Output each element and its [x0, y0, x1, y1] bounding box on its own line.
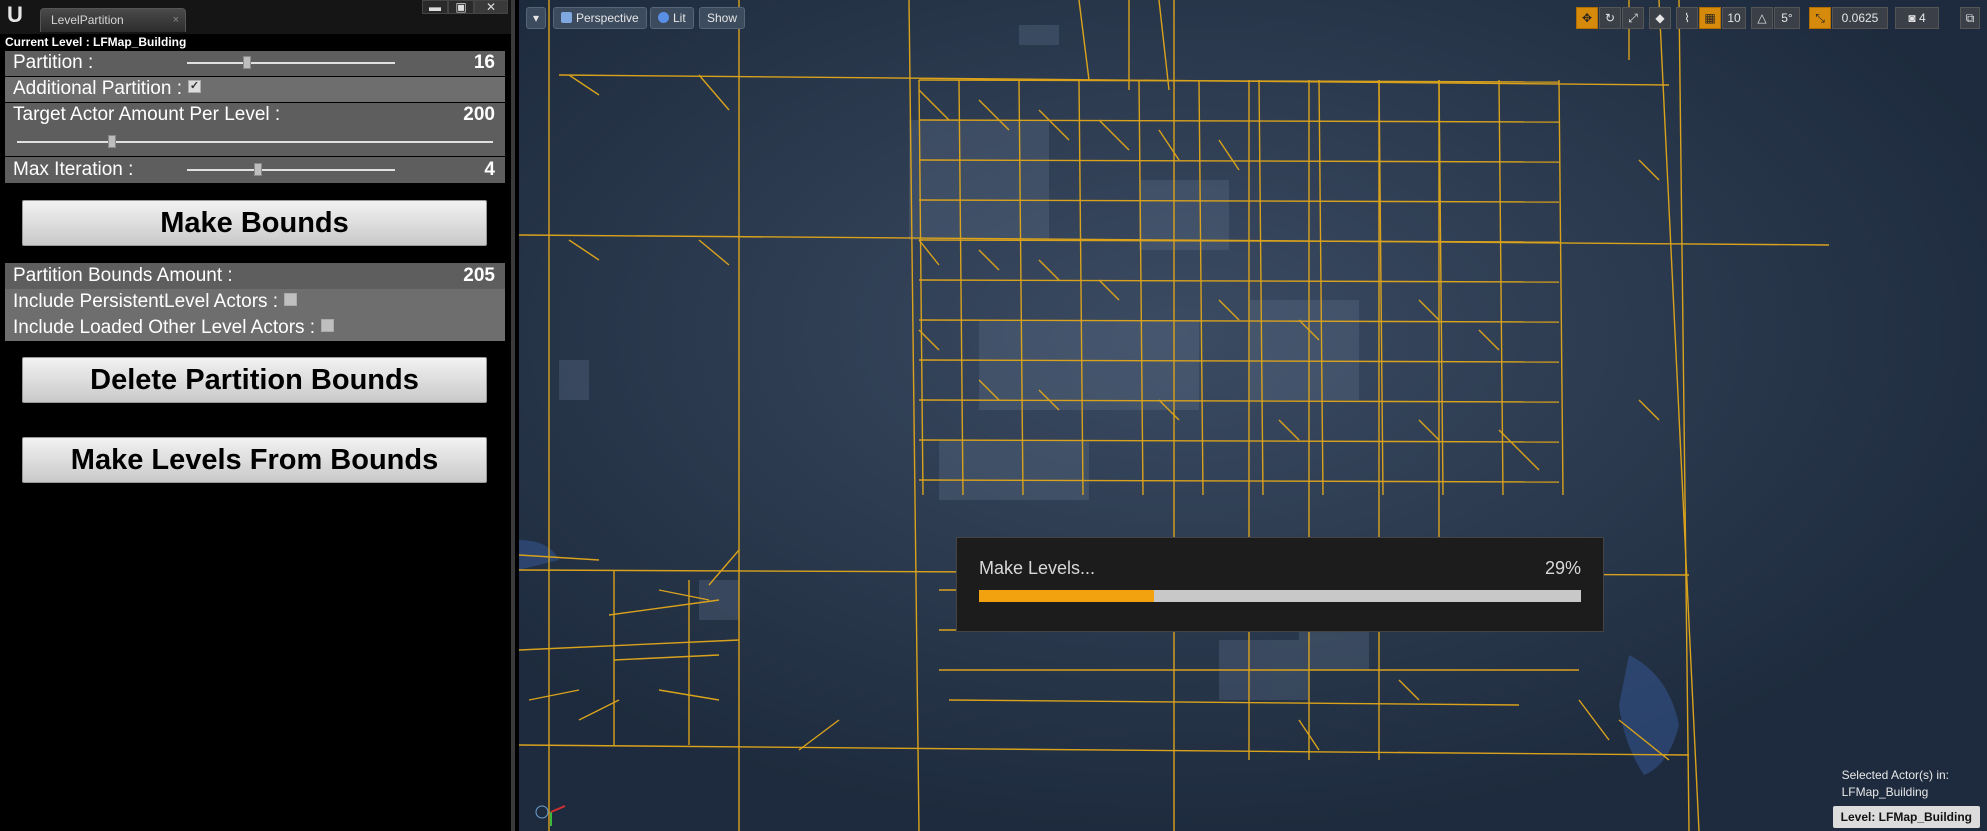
translate-mode-icon[interactable]: ✥	[1576, 7, 1598, 29]
include-loaded-label: Include Loaded Other Level Actors :	[13, 317, 316, 338]
tab-label: LevelPartition	[51, 13, 124, 27]
bounds-amount-label: Partition Bounds Amount :	[13, 265, 233, 286]
partition-value: 16	[473, 52, 495, 73]
include-loaded-checkbox[interactable]	[321, 319, 335, 333]
max-iteration-label: Max Iteration :	[13, 159, 134, 180]
tab-level-partition[interactable]: LevelPartition ×	[40, 8, 186, 32]
include-persistent-row: Include PersistentLevel Actors :	[5, 289, 505, 315]
include-persistent-checkbox[interactable]	[284, 293, 298, 307]
bounds-amount-value: 205	[463, 265, 495, 286]
scale-mode-icon[interactable]: ⤢	[1622, 7, 1644, 29]
target-actor-label: Target Actor Amount Per Level :	[13, 104, 281, 125]
lit-label: Lit	[673, 11, 686, 25]
level-partition-panel: U LevelPartition × ▬ ▣ ✕ Current Level :…	[0, 0, 515, 831]
progress-label: Make Levels...	[979, 558, 1096, 578]
unreal-logo-icon: U	[7, 2, 23, 27]
additional-partition-checkbox[interactable]: ✓	[188, 80, 201, 94]
max-iteration-row: Max Iteration : 4	[5, 157, 505, 183]
max-iteration-slider-thumb[interactable]	[253, 163, 262, 176]
delete-partition-bounds-button[interactable]: Delete Partition Bounds	[22, 357, 487, 403]
partition-slider[interactable]	[187, 62, 395, 64]
progress-percent: 29%	[1544, 558, 1581, 578]
show-button[interactable]: Show	[699, 7, 746, 29]
partition-label: Partition :	[13, 52, 94, 73]
additional-partition-row: Additional Partition : ✓	[5, 77, 505, 102]
current-level-label: Current Level : LFMap_Building	[5, 35, 187, 49]
additional-partition-label: Additional Partition :	[13, 78, 182, 99]
partition-slider-thumb[interactable]	[243, 56, 252, 69]
include-loaded-row: Include Loaded Other Level Actors :	[5, 315, 505, 341]
make-bounds-button[interactable]: Make Bounds	[22, 200, 487, 246]
target-actor-slider-thumb[interactable]	[108, 135, 117, 148]
viewport-options-dropdown[interactable]: ▾	[526, 7, 546, 29]
current-level-badge[interactable]: Level: LFMap_Building	[1832, 806, 1980, 828]
panel-title-bar: U LevelPartition × ▬ ▣ ✕	[0, 0, 511, 34]
scale-snap-value[interactable]: 0.0625	[1832, 7, 1888, 29]
rotation-snap-icon[interactable]: △	[1751, 7, 1773, 29]
rotate-mode-icon[interactable]: ↻	[1599, 7, 1621, 29]
surface-snap-icon[interactable]: ⌇	[1676, 7, 1698, 29]
grid-snap-icon[interactable]: ▦	[1699, 7, 1721, 29]
lit-button[interactable]: Lit	[650, 7, 694, 29]
camera-icon: ◙	[1908, 11, 1916, 25]
bounds-amount-row: Partition Bounds Amount : 205	[5, 263, 505, 289]
tab-close-icon[interactable]: ×	[173, 9, 179, 31]
target-actor-row: Target Actor Amount Per Level : 200	[5, 103, 505, 156]
camera-speed-value: 4	[1918, 11, 1926, 25]
maximize-viewport-icon[interactable]: ⧉	[1960, 7, 1980, 29]
level-viewport[interactable]: ▾ Perspective Lit Show ✥ ↻ ⤢ ◆ ⌇ ▦ 10 △ …	[519, 0, 1987, 831]
lit-sphere-icon	[658, 12, 669, 23]
perspective-label: Perspective	[576, 11, 639, 25]
max-iteration-slider[interactable]	[187, 169, 395, 171]
perspective-cube-icon	[561, 12, 572, 23]
make-levels-from-bounds-button[interactable]: Make Levels From Bounds	[22, 437, 487, 483]
make-levels-progress-dialog: Make Levels... 29%	[956, 537, 1604, 632]
rotation-snap-value[interactable]: 5°	[1774, 7, 1800, 29]
max-iteration-value: 4	[484, 159, 495, 180]
selected-actors-info: Selected Actor(s) in: LFMap_Building	[1842, 767, 1949, 801]
target-actor-slider[interactable]	[17, 141, 493, 143]
target-actor-value: 200	[463, 104, 495, 125]
scale-snap-icon[interactable]: ⤡	[1809, 7, 1831, 29]
selected-actors-line2: LFMap_Building	[1841, 785, 1929, 799]
minimize-button[interactable]: ▬	[422, 0, 448, 14]
grid-snap-value[interactable]: 10	[1722, 7, 1746, 29]
partition-bounds-overlay	[519, 0, 1987, 831]
maximize-button[interactable]: ▣	[448, 0, 474, 14]
camera-speed-button[interactable]: ◙ 4	[1895, 7, 1939, 29]
world-local-icon[interactable]: ◆	[1649, 7, 1671, 29]
progress-bar	[979, 590, 1581, 602]
selected-actors-line1: Selected Actor(s) in:	[1841, 768, 1949, 782]
perspective-button[interactable]: Perspective	[553, 7, 647, 29]
close-window-button[interactable]: ✕	[474, 0, 508, 14]
partition-row: Partition : 16	[5, 51, 505, 76]
include-persistent-label: Include PersistentLevel Actors :	[13, 291, 279, 312]
progress-bar-fill	[979, 590, 1154, 602]
